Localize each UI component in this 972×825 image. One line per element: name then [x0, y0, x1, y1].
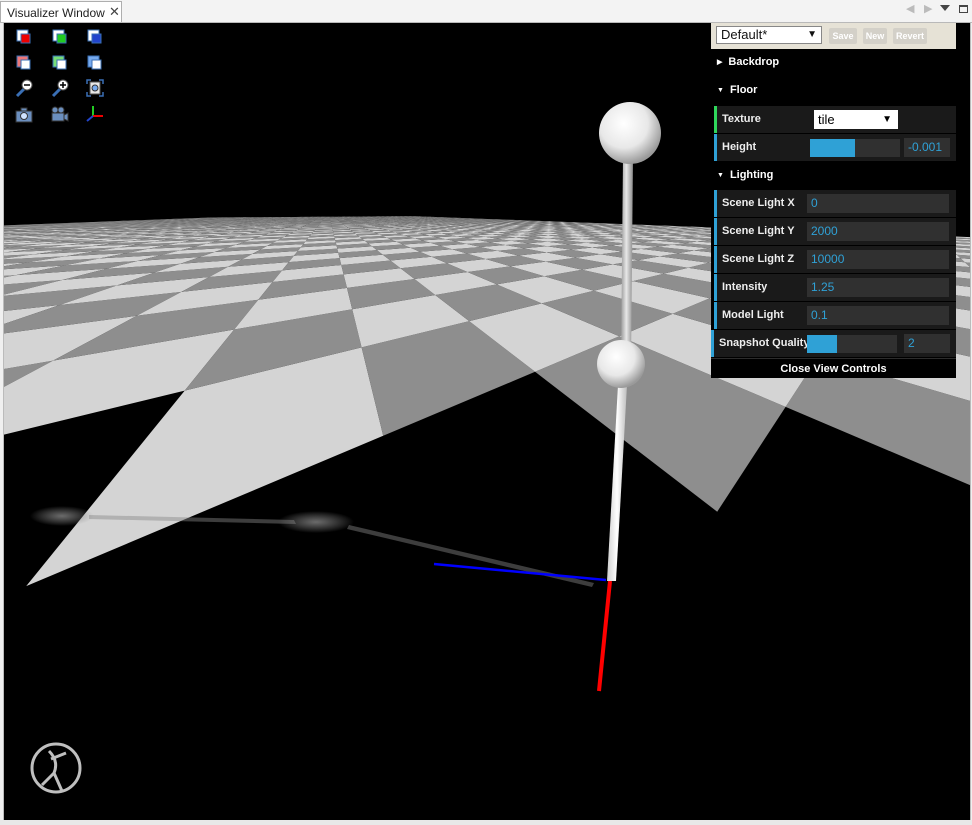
- middle-ball[interactable]: [597, 340, 645, 388]
- scene-light-y-input[interactable]: 2000: [807, 222, 949, 241]
- revert-button[interactable]: Revert: [893, 28, 927, 44]
- bottom-border: [0, 820, 972, 825]
- scene-light-z-row: Scene Light Z 10000: [714, 246, 956, 273]
- snapshot-quality-input[interactable]: 2: [904, 334, 950, 353]
- folder-backdrop[interactable]: ▶ Backdrop: [711, 49, 956, 76]
- snapshot-quality-label: Snapshot Quality: [719, 337, 810, 349]
- scene-light-y-row: Scene Light Y 2000: [714, 218, 956, 245]
- scene-light-x-input[interactable]: 0: [807, 194, 949, 213]
- scene-light-y-label: Scene Light Y: [722, 225, 795, 237]
- scene-light-x-row: Scene Light X 0: [714, 190, 956, 217]
- view-cube-green-2-icon[interactable]: [50, 52, 70, 72]
- height-slider[interactable]: [810, 139, 900, 157]
- expand-arrow-icon: ▶: [717, 59, 723, 66]
- height-label: Height: [722, 141, 757, 153]
- texture-row: Texture tile ▼: [714, 106, 956, 133]
- folder-lighting[interactable]: ▼ Lighting: [711, 162, 956, 189]
- height-row: Height -0.001: [714, 134, 956, 161]
- intensity-label: Intensity: [722, 281, 768, 293]
- tab-bar: Visualizer Window ✕ ◀ ▶: [0, 0, 972, 23]
- scene-light-x-label: Scene Light X: [722, 197, 795, 209]
- scene-light-z-input[interactable]: 10000: [807, 250, 949, 269]
- view-controls-panel: Default* ▼ Save New Revert ▶ Backdrop ▼ Fl…: [711, 23, 956, 378]
- fit-view-icon[interactable]: [85, 78, 105, 98]
- tab-label: Visualizer Window: [7, 6, 105, 20]
- view-cube-magenta-icon[interactable]: [14, 52, 34, 72]
- preset-dropdown[interactable]: Default* ▼: [716, 26, 822, 44]
- view-menu-icon[interactable]: [940, 5, 950, 11]
- preset-value: Default*: [721, 27, 768, 42]
- folder-floor[interactable]: ▼ Floor: [711, 77, 956, 104]
- floor-tile: [969, 267, 970, 268]
- close-icon[interactable]: ✕: [109, 4, 120, 20]
- scene-light-z-label: Scene Light Z: [722, 253, 795, 265]
- upper-rod: [621, 158, 633, 363]
- model-light-input[interactable]: 0.1: [807, 306, 949, 325]
- texture-value: tile: [818, 112, 835, 127]
- height-slider-fill: [810, 139, 855, 157]
- close-view-controls-button[interactable]: Close View Controls: [711, 358, 956, 378]
- dropdown-arrow-icon: ▼: [882, 114, 892, 125]
- save-button[interactable]: Save: [829, 28, 857, 44]
- view-cube-green-icon[interactable]: [50, 26, 70, 46]
- new-button[interactable]: New: [863, 28, 887, 44]
- view-cube-blue-icon[interactable]: [85, 26, 105, 46]
- snapshot-icon[interactable]: [14, 104, 34, 124]
- top-ball[interactable]: [599, 102, 661, 164]
- snapshot-quality-slider[interactable]: [807, 335, 897, 353]
- folder-label: Floor: [729, 84, 758, 96]
- intensity-input[interactable]: 1.25: [807, 278, 949, 297]
- collapse-arrow-icon: ▼: [717, 87, 724, 94]
- folder-label: Backdrop: [728, 56, 780, 68]
- tab-visualizer-window[interactable]: Visualizer Window ✕: [0, 1, 122, 22]
- nav-forward-icon[interactable]: ▶: [924, 2, 932, 15]
- nav-back-icon[interactable]: ◀: [906, 2, 914, 15]
- view-cube-red-icon[interactable]: [14, 26, 34, 46]
- folder-label: Lighting: [729, 169, 774, 181]
- model-light-row: Model Light 0.1: [714, 302, 956, 329]
- collapse-arrow-icon: ▼: [717, 172, 724, 179]
- view-cube-blue-2-icon[interactable]: [85, 52, 105, 72]
- preset-bar: Default* ▼ Save New Revert: [711, 23, 956, 49]
- snapshot-quality-row: Snapshot Quality 2: [711, 330, 956, 357]
- zoom-out-icon[interactable]: [14, 78, 34, 98]
- height-input[interactable]: -0.001: [904, 138, 950, 157]
- maximize-icon[interactable]: [959, 5, 968, 13]
- dropdown-arrow-icon: ▼: [807, 29, 817, 40]
- intensity-row: Intensity 1.25: [714, 274, 956, 301]
- record-movie-icon[interactable]: [50, 104, 70, 124]
- zoom-in-icon[interactable]: [50, 78, 70, 98]
- axes-icon[interactable]: [85, 104, 105, 124]
- texture-label: Texture: [722, 113, 761, 125]
- model-light-label: Model Light: [722, 309, 784, 321]
- texture-select[interactable]: tile ▼: [814, 110, 898, 129]
- snapshot-quality-slider-fill: [807, 335, 837, 353]
